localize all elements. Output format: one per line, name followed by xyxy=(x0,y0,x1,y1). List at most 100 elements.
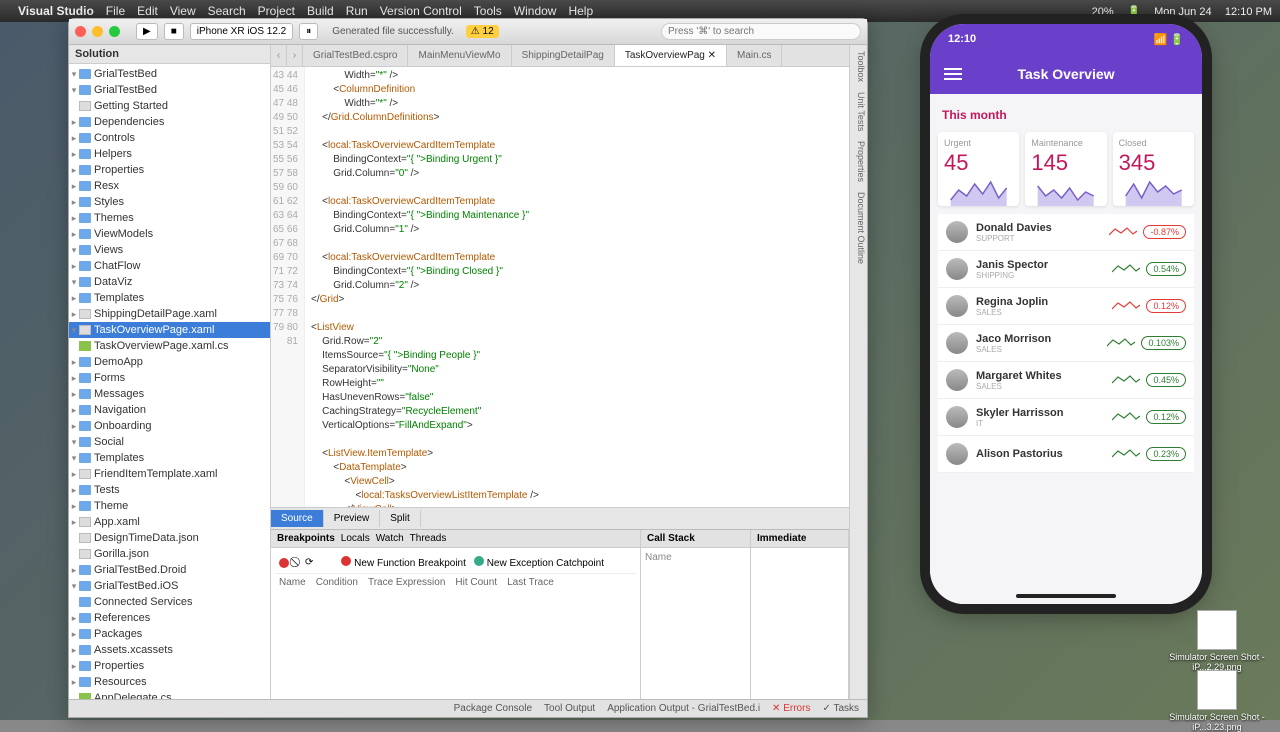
menu-version control[interactable]: Version Control xyxy=(380,4,462,18)
tree-properties[interactable]: ▸Properties xyxy=(69,658,270,674)
tree-assets-xcassets[interactable]: ▸Assets.xcassets xyxy=(69,642,270,658)
stop-button[interactable]: ■ xyxy=(164,23,184,40)
target-selector[interactable]: iPhone XR iOS 12.2 xyxy=(190,23,294,40)
errors-button[interactable]: Errors xyxy=(783,703,810,714)
list-item[interactable]: Janis SpectorSHIPPING0.54% xyxy=(938,251,1194,288)
vtool-properties[interactable]: Properties xyxy=(851,141,866,182)
list-item[interactable]: Jaco MorrisonSALES0.103% xyxy=(938,325,1194,362)
tree-views[interactable]: ▾Views xyxy=(69,242,270,258)
menu-icon[interactable] xyxy=(944,68,962,80)
tab-4[interactable]: Main.cs xyxy=(727,45,782,66)
menu-search[interactable]: Search xyxy=(208,4,246,18)
tree-dependencies[interactable]: ▸Dependencies xyxy=(69,114,270,130)
tree-grialtestbed[interactable]: ▾GrialTestBed xyxy=(69,66,270,82)
card-closed[interactable]: Closed345 xyxy=(1113,132,1194,206)
list-item[interactable]: Donald DaviesSUPPORT-0.87% xyxy=(938,214,1194,251)
tree-onboarding[interactable]: ▸Onboarding xyxy=(69,418,270,434)
tree-references[interactable]: ▸References xyxy=(69,610,270,626)
menu-edit[interactable]: Edit xyxy=(137,4,158,18)
tree-resx[interactable]: ▸Resx xyxy=(69,178,270,194)
immediate-body[interactable] xyxy=(751,548,848,699)
callstack-tab[interactable]: Call Stack xyxy=(647,533,695,544)
menu-run[interactable]: Run xyxy=(346,4,368,18)
desktop-icon[interactable]: Simulator Screen Shot - iP...3.23.png xyxy=(1162,670,1272,732)
tab-1[interactable]: MainMenuViewMo xyxy=(408,45,511,66)
vtool-document-outline[interactable]: Document Outline xyxy=(851,192,866,264)
tree-controls[interactable]: ▸Controls xyxy=(69,130,270,146)
tree-templates[interactable]: ▸Templates xyxy=(69,290,270,306)
tasks-button[interactable]: Tasks xyxy=(833,703,859,714)
desktop-icon[interactable]: Simulator Screen Shot - iP...2.29.png xyxy=(1162,610,1272,672)
tree-grialtestbed-ios[interactable]: ▾GrialTestBed.iOS xyxy=(69,578,270,594)
menu-window[interactable]: Window xyxy=(514,4,557,18)
tree-properties[interactable]: ▸Properties xyxy=(69,162,270,178)
tree-taskoverviewpage-xaml-cs[interactable]: TaskOverviewPage.xaml.cs xyxy=(69,338,270,354)
tree-templates[interactable]: ▾Templates xyxy=(69,450,270,466)
pause-button[interactable]: ⏸ xyxy=(299,23,318,40)
menu-project[interactable]: Project xyxy=(258,4,295,18)
code-editor[interactable]: Width="*" /> <ColumnDefinition Width="*"… xyxy=(305,67,849,507)
tree-forms[interactable]: ▸Forms xyxy=(69,370,270,386)
tree-designtimedata-json[interactable]: DesignTimeData.json xyxy=(69,530,270,546)
warnings-badge[interactable]: ⚠ 12 xyxy=(466,25,499,38)
menu-help[interactable]: Help xyxy=(568,4,593,18)
source-tab[interactable]: Source xyxy=(271,510,324,527)
menu-view[interactable]: View xyxy=(170,4,196,18)
search-input[interactable] xyxy=(661,23,861,40)
list-item[interactable]: Skyler HarrissonIT0.12% xyxy=(938,399,1194,436)
home-indicator[interactable] xyxy=(1016,594,1116,598)
immediate-tab[interactable]: Immediate xyxy=(757,533,806,544)
card-urgent[interactable]: Urgent45 xyxy=(938,132,1019,206)
list-item[interactable]: Alison Pastorius0.23% xyxy=(938,436,1194,473)
tree-navigation[interactable]: ▸Navigation xyxy=(69,402,270,418)
close-icon[interactable] xyxy=(75,26,86,37)
preview-tab[interactable]: Preview xyxy=(324,510,381,527)
zoom-icon[interactable] xyxy=(109,26,120,37)
tree-viewmodels[interactable]: ▸ViewModels xyxy=(69,226,270,242)
minimize-icon[interactable] xyxy=(92,26,103,37)
tree-chatflow[interactable]: ▸ChatFlow xyxy=(69,258,270,274)
menu-tools[interactable]: Tools xyxy=(474,4,502,18)
menu-build[interactable]: Build xyxy=(307,4,334,18)
tree-app-xaml[interactable]: ▸App.xaml xyxy=(69,514,270,530)
tree-grialtestbed[interactable]: ▾GrialTestBed xyxy=(69,82,270,98)
tool-output-button[interactable]: Tool Output xyxy=(544,703,595,714)
tree-packages[interactable]: ▸Packages xyxy=(69,626,270,642)
tree-theme[interactable]: ▸Theme xyxy=(69,498,270,514)
tree-connected-services[interactable]: Connected Services xyxy=(69,594,270,610)
tree-demoapp[interactable]: ▸DemoApp xyxy=(69,354,270,370)
bp-dot-icon[interactable] xyxy=(279,558,289,568)
split-tab[interactable]: Split xyxy=(380,510,420,527)
tree-styles[interactable]: ▸Styles xyxy=(69,194,270,210)
run-button[interactable]: ▶ xyxy=(136,23,158,40)
new-exc-cp-button[interactable]: New Exception Catchpoint xyxy=(487,558,604,569)
tree-social[interactable]: ▾Social xyxy=(69,434,270,450)
tree-helpers[interactable]: ▸Helpers xyxy=(69,146,270,162)
tab-2[interactable]: ShippingDetailPag xyxy=(512,45,615,66)
tree-frienditemtemplate-xaml[interactable]: ▸FriendItemTemplate.xaml xyxy=(69,466,270,482)
list-item[interactable]: Regina JoplinSALES0.12% xyxy=(938,288,1194,325)
tree-grialtestbed-droid[interactable]: ▸GrialTestBed.Droid xyxy=(69,562,270,578)
tree-messages[interactable]: ▸Messages xyxy=(69,386,270,402)
package-console-button[interactable]: Package Console xyxy=(454,703,532,714)
tab-0[interactable]: GrialTestBed.cspro xyxy=(303,45,408,66)
tab-fwd-icon[interactable]: › xyxy=(287,45,303,66)
tree-getting-started[interactable]: Getting Started xyxy=(69,98,270,114)
new-func-bp-button[interactable]: New Function Breakpoint xyxy=(354,558,466,569)
threads-tab[interactable]: Threads xyxy=(410,533,447,544)
tab-back-icon[interactable]: ‹ xyxy=(271,45,287,66)
vtool-toolbox[interactable]: Toolbox xyxy=(851,51,866,82)
tree-gorilla-json[interactable]: Gorilla.json xyxy=(69,546,270,562)
tab-3[interactable]: TaskOverviewPag ✕ xyxy=(615,45,727,66)
tree-themes[interactable]: ▸Themes xyxy=(69,210,270,226)
breakpoints-tab[interactable]: Breakpoints xyxy=(277,533,335,544)
menu-file[interactable]: File xyxy=(106,4,125,18)
tree-appdelegate-cs[interactable]: AppDelegate.cs xyxy=(69,690,270,699)
tree-dataviz[interactable]: ▾DataViz xyxy=(69,274,270,290)
locals-tab[interactable]: Locals xyxy=(341,533,370,544)
tree-shippingdetailpage-xaml[interactable]: ▸ShippingDetailPage.xaml xyxy=(69,306,270,322)
list-item[interactable]: Margaret WhitesSALES0.45% xyxy=(938,362,1194,399)
vtool-unit-tests[interactable]: Unit Tests xyxy=(851,92,866,131)
tree-task-overview[interactable]: ▾TaskOverviewPage.xaml xyxy=(69,322,270,338)
tree-tests[interactable]: ▸Tests xyxy=(69,482,270,498)
